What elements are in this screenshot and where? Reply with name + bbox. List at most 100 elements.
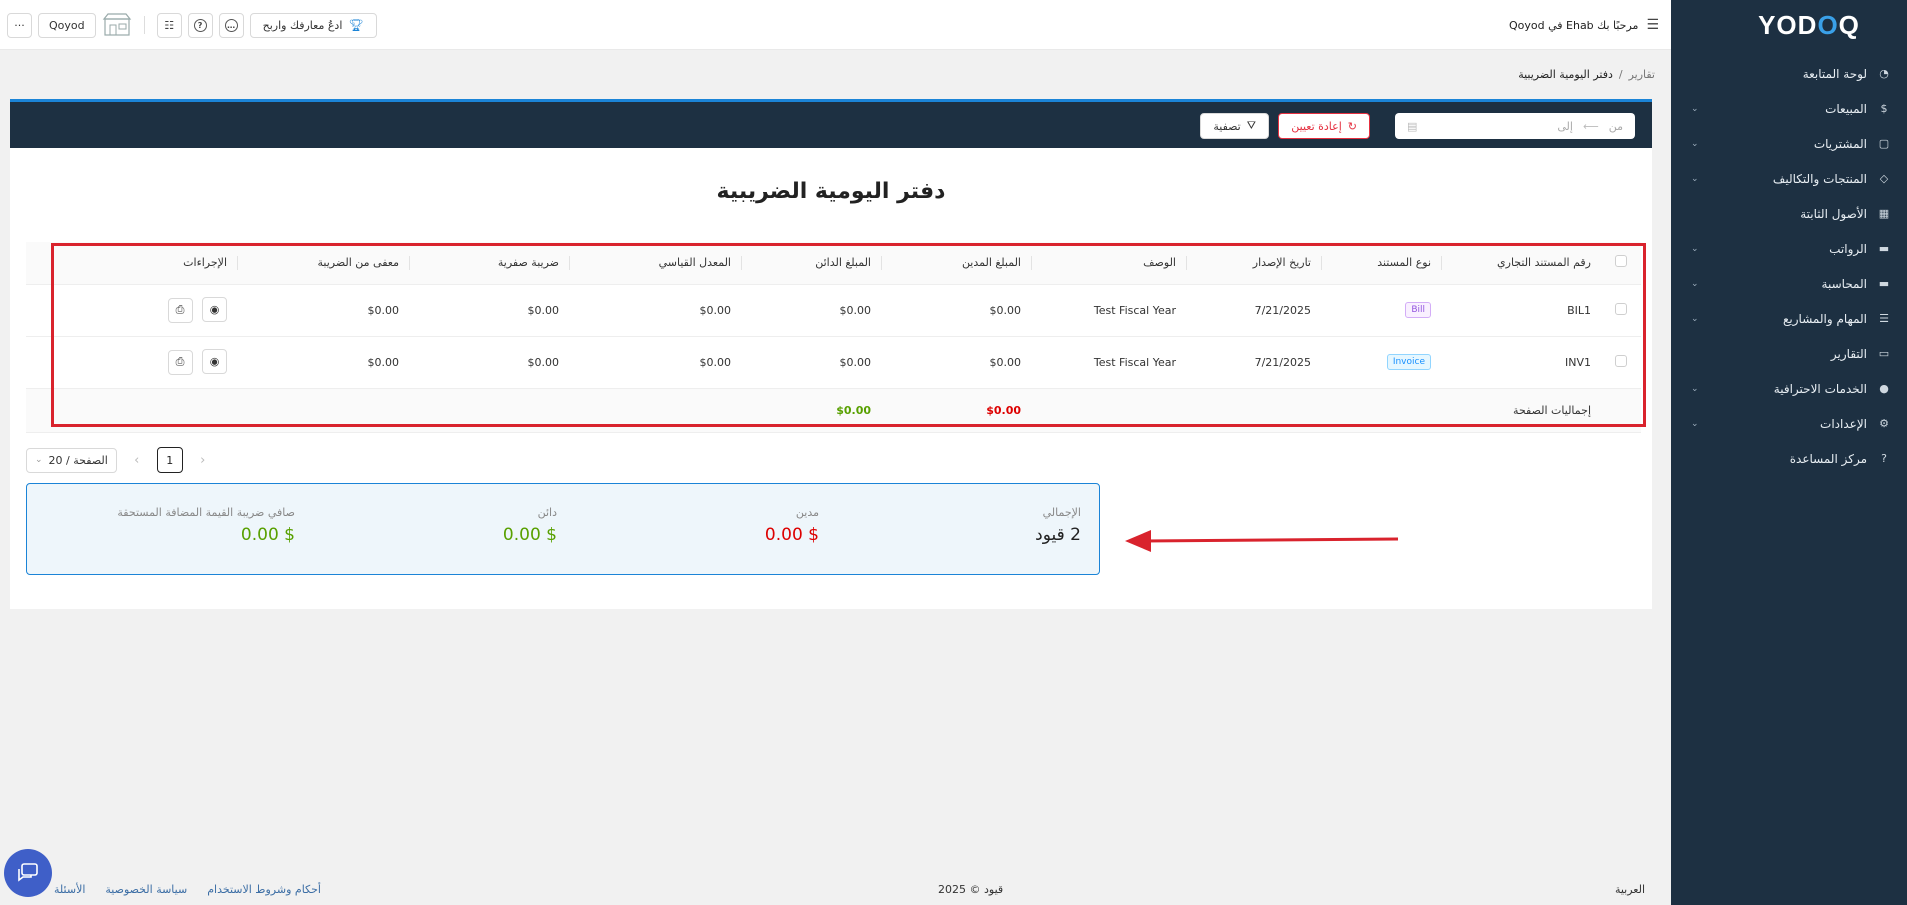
sidebar-item-settings[interactable]: ⚙ الإعدادات ⌄ (1671, 406, 1907, 441)
sidebar-item-help-center[interactable]: ? مركز المساعدة (1671, 441, 1907, 476)
sidebar-item-products[interactable]: ◇ المنتجات والتكاليف ⌄ (1671, 161, 1907, 196)
list-icon: ☰ (1879, 312, 1889, 325)
header-description[interactable]: الوصف (1031, 242, 1186, 285)
summary-credit-label: دائن (537, 506, 557, 519)
sidebar-item-reports[interactable]: ▭ التقارير (1671, 336, 1907, 371)
cell-credit: $0.00 (741, 336, 881, 389)
cell-zero-tax: $0.00 (409, 284, 569, 337)
cell-standard-rate: $0.00 (569, 284, 741, 337)
cell-actions: ◉ ⎙ (26, 336, 237, 389)
sidebar: Q O YOD ◔ لوحة المتابعة $ المبيعات ⌄ ▢ الم… (1671, 0, 1907, 905)
sidebar-item-tasks[interactable]: ☰ المهام والمشاريع ⌄ (1671, 301, 1907, 336)
footer: العربية قيود © 2025 أحكام وشروط الاستخدا… (0, 875, 1671, 905)
filter-label: تصفية (1213, 119, 1241, 133)
cell-description: Test Fiscal Year (1031, 284, 1186, 337)
sidebar-item-purchases[interactable]: ▢ المشتريات ⌄ (1671, 126, 1907, 161)
sidebar-item-sales[interactable]: $ المبيعات ⌄ (1671, 91, 1907, 126)
cell-zero-tax: $0.00 (409, 336, 569, 389)
print-button[interactable]: ⎙ (167, 297, 193, 323)
cell-doc-number[interactable]: INV1 (1441, 336, 1601, 389)
reset-label: إعادة تعيين (1291, 119, 1342, 133)
arrow-icon: ⟵ (1582, 119, 1599, 133)
box-icon: ◇ (1879, 172, 1889, 185)
row-checkbox[interactable] (1615, 302, 1627, 315)
sidebar-item-label: الإعدادات (1820, 416, 1867, 431)
faq-link[interactable]: الأسئلة (54, 883, 85, 896)
totals-credit: $0.00 (741, 388, 881, 433)
cell-doc-number[interactable]: BIL1 (1441, 284, 1601, 337)
sidebar-item-dashboard[interactable]: ◔ لوحة المتابعة (1671, 56, 1907, 91)
qoyod-logo[interactable]: Q O YOD (1671, 0, 1907, 50)
gear-icon: ⚙ (1879, 417, 1889, 430)
search-icon: ● (1879, 382, 1889, 395)
chevron-down-icon: ⌄ (35, 455, 43, 465)
view-button[interactable]: ◉ (202, 297, 227, 323)
prev-page-button[interactable]: ‹ (127, 453, 147, 468)
totals-empty (1031, 388, 1186, 433)
sidebar-item-label: لوحة المتابعة (1802, 66, 1867, 81)
page-size-select[interactable]: ⌄ 20 / الصفحة (26, 447, 117, 473)
invite-friends-button[interactable]: 🏆︎ ادعُ معارفك واربح (249, 12, 377, 38)
trophy-icon: 🏆︎ (348, 18, 364, 32)
chevron-down-icon: ⌄ (1691, 418, 1699, 429)
cell-exempt: $0.00 (237, 284, 409, 337)
breadcrumb: تقارير / دفتر اليومية الضريبية (1518, 68, 1655, 81)
store-icon[interactable] (102, 13, 132, 37)
header-issue-date[interactable]: تاريخ الإصدار (1186, 242, 1321, 285)
summary-debit-label: مدين (795, 506, 819, 519)
breadcrumb-parent[interactable]: تقارير (1629, 68, 1655, 81)
chat-icon: … (224, 18, 238, 32)
page-number-button[interactable]: 1 (156, 447, 183, 473)
reset-button[interactable]: ↻ إعادة تعيين (1278, 113, 1370, 139)
language-switcher[interactable]: العربية (1615, 883, 1645, 896)
sidebar-item-payroll[interactable]: ▬ الرواتب ⌄ (1671, 231, 1907, 266)
select-all-checkbox[interactable] (1615, 255, 1627, 268)
table-header-row: رقم المستند التجاري نوع المستند تاريخ ال… (26, 242, 1641, 285)
next-page-button[interactable]: › (193, 453, 213, 468)
cell-debit: $0.00 (881, 284, 1031, 337)
header-doc-number[interactable]: رقم المستند التجاري (1441, 242, 1601, 285)
page-totals-row: إجماليات الصفحة $0.00 $0.00 (26, 388, 1641, 433)
select-all-checkbox-cell (1601, 242, 1641, 285)
chevron-down-icon: ⌄ (1691, 313, 1699, 324)
summary-net-vat-label: صافي ضريبة القيمة المضافة المستحقة (117, 506, 295, 519)
messages-button[interactable]: … (218, 12, 244, 38)
cell-credit: $0.00 (741, 284, 881, 337)
filter-button[interactable]: ⛛ تصفية (1200, 113, 1269, 139)
sidebar-item-label: مركز المساعدة (1789, 451, 1867, 466)
chat-bubble-icon (18, 863, 38, 882)
header-doc-type[interactable]: نوع المستند (1321, 242, 1441, 285)
support-chat-button[interactable] (4, 849, 52, 897)
print-button[interactable]: ⎙ (167, 349, 193, 375)
row-checkbox[interactable] (1615, 354, 1627, 367)
terms-link[interactable]: أحكام وشروط الاستخدام (207, 883, 321, 896)
table-row: BIL1 Bill 7/21/2025 Test Fiscal Year $0.… (26, 284, 1641, 337)
sidebar-item-fixed-assets[interactable]: ▦ الأصول الثابتة (1671, 196, 1907, 231)
sidebar-item-professional-services[interactable]: ● الخدمات الاحترافية ⌄ (1671, 371, 1907, 406)
sidebar-item-accounting[interactable]: ▬ المحاسبة ⌄ (1671, 266, 1907, 301)
totals-empty (409, 388, 569, 433)
checklist-button[interactable]: ☷ (156, 12, 182, 38)
sidebar-item-label: المهام والمشاريع (1783, 311, 1867, 326)
sidebar-item-label: الأصول الثابتة (1800, 206, 1867, 221)
date-range-picker[interactable]: من ⟵ إلى ▤ (1395, 113, 1635, 139)
help-button[interactable]: ? (187, 12, 213, 38)
menu-toggle-icon[interactable]: ☰ (1646, 17, 1659, 33)
privacy-link[interactable]: سياسة الخصوصية (105, 883, 187, 896)
cell-exempt: $0.00 (237, 336, 409, 389)
header-debit[interactable]: المبلغ المدين (881, 242, 1031, 285)
to-date-input[interactable]: إلى (1557, 120, 1573, 133)
header-credit[interactable]: المبلغ الدائن (741, 242, 881, 285)
header-standard-rate[interactable]: المعدل القياسي (569, 242, 741, 285)
view-button[interactable]: ◉ (202, 349, 227, 375)
header-welcome-group: ☰ مرحبًا بك Ehab في Qoyod (1509, 0, 1659, 50)
chevron-down-icon: ⌄ (1691, 243, 1699, 254)
from-date-input[interactable]: من (1609, 120, 1623, 133)
header-exempt[interactable]: معفى من الضريبة (237, 242, 409, 285)
print-icon: ⎙ (175, 303, 185, 317)
company-switcher[interactable]: Qoyod (38, 12, 96, 38)
header-zero-tax[interactable]: ضريبة صفرية (409, 242, 569, 285)
footer-links: أحكام وشروط الاستخدام سياسة الخصوصية الأ… (54, 883, 321, 896)
question-icon: ? (193, 18, 207, 32)
more-button[interactable]: ··· (7, 12, 32, 38)
